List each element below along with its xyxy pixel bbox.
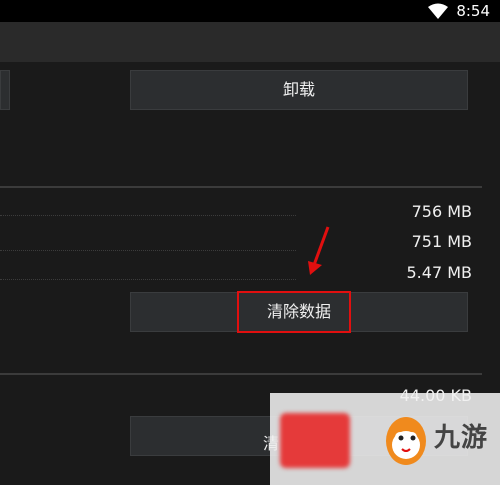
- watermark: 九游: [270, 393, 500, 485]
- status-bar: 8:54: [0, 0, 500, 22]
- wifi-icon: [428, 3, 448, 19]
- storage-row-divider: [0, 215, 296, 216]
- storage-row-divider: [0, 250, 296, 251]
- title-bar: [0, 22, 500, 62]
- storage-app-value: 751 MB: [411, 232, 472, 251]
- storage-total-value: 756 MB: [411, 202, 472, 221]
- storage-row-divider: [0, 279, 296, 280]
- red-arrow-annotation: [308, 226, 330, 275]
- force-stop-button[interactable]: [0, 70, 10, 110]
- watermark-blur: [280, 413, 350, 468]
- watermark-text: 九游: [434, 423, 489, 453]
- mascot-logo-icon: [386, 417, 426, 465]
- status-time: 8:54: [456, 2, 490, 20]
- section-divider: [0, 373, 482, 375]
- highlight-box-annotation: [237, 291, 351, 333]
- section-divider: [0, 186, 482, 188]
- uninstall-button[interactable]: 卸载: [130, 70, 468, 110]
- storage-data-value: 5.47 MB: [406, 263, 473, 282]
